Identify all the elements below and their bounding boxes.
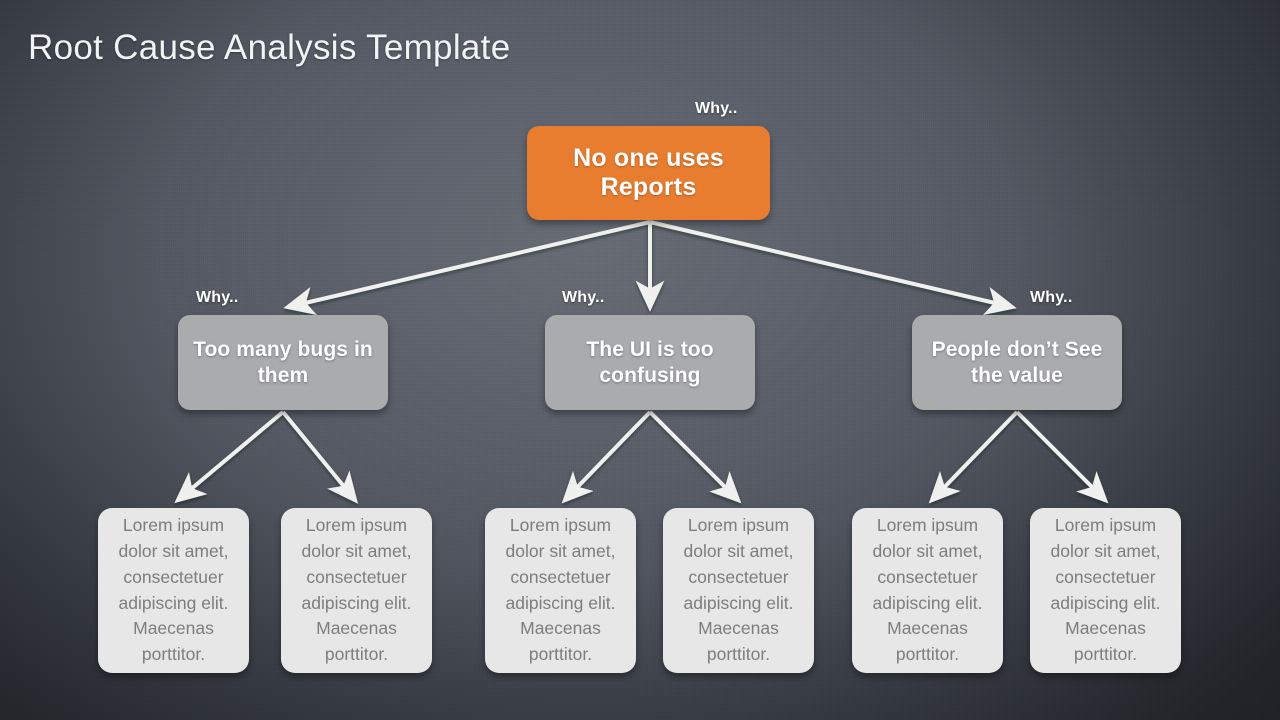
detail-node-6[interactable]: Lorem ipsum dolor sit amet, consectetuer…: [1030, 508, 1181, 673]
detail-node-label: Lorem ipsum dolor sit amet, consectetuer…: [505, 514, 616, 665]
why-label-4: Why..: [1030, 289, 1073, 306]
why-node-label: People don’t See the value: [931, 338, 1103, 387]
detail-node-3[interactable]: Lorem ipsum dolor sit amet, consectetuer…: [485, 508, 636, 673]
center-to-leaf-3-arrow: [561, 410, 652, 504]
detail-node-4[interactable]: Lorem ipsum dolor sit amet, consectetuer…: [663, 508, 814, 673]
why-node-3[interactable]: People don’t See the value: [912, 315, 1122, 410]
slide-canvas: Root Cause Analysis Template No one uses…: [0, 0, 1280, 720]
detail-node-2[interactable]: Lorem ipsum dolor sit amet, consectetuer…: [281, 508, 432, 673]
detail-node-1[interactable]: Lorem ipsum dolor sit amet, consectetuer…: [98, 508, 249, 673]
detail-node-label: Lorem ipsum dolor sit amet, consectetuer…: [1050, 514, 1161, 665]
root-cause-label: No one uses Reports: [573, 144, 724, 201]
why-label-1: Why..: [695, 100, 738, 117]
right-to-leaf-5-arrow: [928, 410, 1019, 504]
right-to-leaf-6-arrow: [1015, 410, 1109, 504]
why-node-label: The UI is too confusing: [586, 338, 714, 387]
left-to-leaf-2-arrow: [281, 410, 359, 504]
root-to-right-arrow: [649, 220, 1017, 315]
why-node-label: Too many bugs in them: [193, 338, 373, 387]
left-to-leaf-1-arrow: [174, 410, 285, 504]
detail-node-label: Lorem ipsum dolor sit amet, consectetuer…: [683, 514, 794, 665]
detail-node-5[interactable]: Lorem ipsum dolor sit amet, consectetuer…: [852, 508, 1003, 673]
detail-node-label: Lorem ipsum dolor sit amet, consectetuer…: [301, 514, 412, 665]
center-to-leaf-4-arrow: [648, 410, 742, 504]
why-label-2: Why..: [196, 289, 239, 306]
detail-node-label: Lorem ipsum dolor sit amet, consectetuer…: [118, 514, 229, 665]
detail-node-label: Lorem ipsum dolor sit amet, consectetuer…: [872, 514, 983, 665]
page-title: Root Cause Analysis Template: [28, 28, 511, 67]
why-label-3: Why..: [562, 289, 605, 306]
root-cause-node[interactable]: No one uses Reports: [527, 126, 770, 220]
why-node-1[interactable]: Too many bugs in them: [178, 315, 388, 410]
why-node-2[interactable]: The UI is too confusing: [545, 315, 755, 410]
